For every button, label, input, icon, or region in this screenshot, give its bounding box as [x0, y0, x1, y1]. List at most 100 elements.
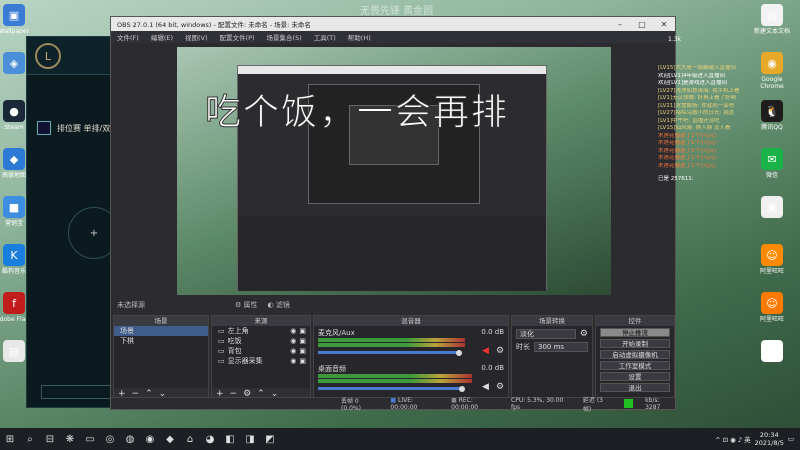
sources-header: 来源: [212, 316, 310, 326]
chat-message: 木莲花赠送了1个小心心: [658, 132, 717, 139]
properties-button[interactable]: ⚙ 属性: [235, 300, 258, 310]
source-type-icon: ▭: [218, 327, 225, 335]
source-type-icon: ▭: [218, 337, 225, 345]
channel-name: 麦克风/Aux: [318, 329, 355, 337]
source-item[interactable]: ▭ 显示器采集 ◉ ▣: [212, 356, 310, 366]
menu-item-2[interactable]: 视图(V): [185, 32, 208, 42]
menu-item-1[interactable]: 编辑(E): [151, 32, 173, 42]
start-icon[interactable]: ⊞: [0, 428, 20, 450]
lock-icon[interactable]: ▣: [299, 346, 306, 356]
taskbar-app-icon[interactable]: ⌂: [180, 428, 200, 450]
chat-message: [LV1]无认领微: 好再上看了好啊: [658, 95, 737, 101]
app-icon: ✉: [761, 148, 783, 170]
source-item[interactable]: ▭ 左上角 ◉ ▣: [212, 326, 310, 336]
menu-item-6[interactable]: 帮助(H): [348, 32, 371, 42]
scenes-header: 场景: [114, 316, 208, 326]
taskbar-app-icon[interactable]: ◆: [160, 428, 180, 450]
desktop-icon-right-1[interactable]: ◉ Google Chrome: [752, 52, 792, 90]
channel-settings-icon[interactable]: ⚙: [496, 346, 504, 356]
source-item[interactable]: ▭ 吃饭 ◉ ▣: [212, 336, 310, 346]
taskbar-app-icon[interactable]: ▭: [80, 428, 100, 450]
lock-icon[interactable]: ▣: [299, 336, 306, 346]
channel-name: 桌面音频: [318, 365, 346, 373]
close-icon[interactable]: ✕: [653, 20, 675, 29]
lock-icon[interactable]: ▣: [299, 326, 306, 336]
scene-item[interactable]: 下棋: [114, 336, 208, 346]
menu-item-3[interactable]: 配置文件(P): [220, 32, 255, 42]
source-toolbar: 未选择源 ⚙ 属性 ◐ 滤镜: [111, 297, 675, 313]
volume-slider[interactable]: [318, 387, 462, 390]
app-icon: ▣: [761, 196, 783, 218]
taskbar-app-icon[interactable]: ◨: [240, 428, 260, 450]
controls-header: 控件: [596, 316, 674, 326]
lock-icon[interactable]: ▣: [299, 356, 306, 366]
desktop-icon-right-5[interactable]: ☺ 阿里旺旺: [752, 244, 792, 275]
menu-item-5[interactable]: 工具(T): [314, 32, 336, 42]
source-item[interactable]: ▭ 背包 ◉ ▣: [212, 346, 310, 356]
taskbar-app-icon[interactable]: ◎: [100, 428, 120, 450]
live-time: ■ LIVE: 00:00:00: [390, 396, 418, 411]
control-button-1[interactable]: 开始录制: [600, 339, 670, 348]
obs-window: OBS 27.0.1 (64 bit, windows) - 配置文件: 未命名…: [110, 16, 676, 413]
taskbar-app-icon[interactable]: ◧: [220, 428, 240, 450]
volume-knob[interactable]: [455, 349, 462, 356]
visibility-eye-icon[interactable]: ◉: [290, 336, 296, 346]
visibility-eye-icon[interactable]: ◉: [290, 326, 296, 336]
chat-message: 欢迎[LV1]4年级进入直播间: [658, 72, 726, 79]
taskbar-app-icon[interactable]: ⌕: [20, 428, 40, 450]
menu-item-0[interactable]: 文件(F): [117, 32, 139, 42]
desktop-icon-right-4[interactable]: ▣: [752, 196, 792, 220]
app-icon: ◆: [3, 148, 25, 170]
taskbar-app-icon[interactable]: ❋: [60, 428, 80, 450]
channel-settings-icon[interactable]: ⚙: [496, 382, 504, 392]
desktop-icon-right-7[interactable]: ▤: [752, 340, 792, 364]
taskbar-app-icon[interactable]: ◕: [200, 428, 220, 450]
desktop-icon-left-0[interactable]: ▣ Wallpaper: [0, 4, 34, 35]
desktop-icon-right-6[interactable]: ☺ 阿里旺旺: [752, 292, 792, 323]
visibility-eye-icon[interactable]: ◉: [290, 346, 296, 356]
chat-message: 木莲花赠送了1个小心心: [658, 147, 717, 154]
volume-knob[interactable]: [459, 385, 465, 392]
transition-settings-icon[interactable]: ⚙: [580, 329, 588, 339]
visibility-eye-icon[interactable]: ◉: [290, 356, 296, 366]
taskbar: ⊞ ⌕ ⊟ ❋ ▭ ◎ ◍ ◉ ◆ ⌂ ◕ ◧ ◨ ◩ ^ ⊡ ◉ ♪ 英 20:34 2021/8/5 …: [0, 428, 800, 450]
control-button-0[interactable]: 停止推流: [600, 328, 670, 337]
obs-preview[interactable]: 吃个饭，一会再排: [177, 47, 611, 295]
transition-select[interactable]: 淡化: [516, 329, 576, 339]
obs-title: OBS 27.0.1 (64 bit, windows) - 配置文件: 未命名…: [117, 21, 311, 29]
control-button-3[interactable]: 工作室模式: [600, 361, 670, 370]
taskbar-app-icon[interactable]: ◩: [260, 428, 280, 450]
taskbar-app-icon[interactable]: ◍: [120, 428, 140, 450]
scenes-dock: 场景 场景 下棋 + − ⌃ ⌄: [113, 315, 209, 401]
chat-message: 木莲花赠送了1个小心心: [658, 140, 717, 146]
app-icon: 🐧: [761, 100, 783, 122]
control-button-2[interactable]: 启动虚拟摄像机: [600, 350, 670, 359]
clock[interactable]: 20:34 2021/8/5: [755, 431, 784, 447]
minimize-icon[interactable]: –: [609, 20, 631, 29]
control-button-5[interactable]: 退出: [600, 383, 670, 392]
filters-button[interactable]: ◐ 滤镜: [268, 300, 290, 310]
game-logo-icon[interactable]: L: [35, 43, 61, 69]
chat-message: [LV15]仙风晓: 换人换 没人看: [658, 125, 731, 131]
duration-input[interactable]: 300 ms: [534, 342, 588, 352]
notification-icon[interactable]: ▭: [788, 435, 794, 443]
obs-menubar: 文件(F) 编辑(E) 视图(V) 配置文件(P) 场景集合(S) 工具(T) 帮助(H): [111, 31, 675, 43]
chat-message: [LV1]中午吧: 直播还没吃: [658, 117, 720, 124]
maximize-icon[interactable]: □: [631, 20, 653, 29]
taskbar-app-icon[interactable]: ⊟: [40, 428, 60, 450]
queue-mode[interactable]: 排位赛 单排/双: [37, 121, 110, 135]
desktop-icon-right-3[interactable]: ✉ 微信: [752, 148, 792, 179]
desktop-icon-right-0[interactable]: ▤ 新建文本文档: [752, 4, 792, 35]
speaker-icon[interactable]: ◀: [482, 382, 489, 392]
taskbar-app-icon[interactable]: ◉: [140, 428, 160, 450]
control-button-4[interactable]: 设置: [600, 372, 670, 381]
scene-item[interactable]: 场景: [114, 326, 208, 336]
tray-icons[interactable]: ^ ⊡ ◉ ♪ 英: [715, 434, 750, 444]
volume-slider[interactable]: [318, 351, 459, 354]
source-type-icon: ▭: [218, 347, 225, 355]
speaker-icon[interactable]: ◀: [482, 346, 489, 356]
mixer-dock: 混音器 麦克风/Aux 0.0 dB ◀ ⚙ 桌面音频 0.0 dB ◀ ⚙: [313, 315, 509, 401]
app-icon: ☺: [761, 244, 783, 266]
menu-item-4[interactable]: 场景集合(S): [267, 32, 302, 42]
desktop-icon-right-2[interactable]: 🐧 腾讯QQ: [752, 100, 792, 131]
